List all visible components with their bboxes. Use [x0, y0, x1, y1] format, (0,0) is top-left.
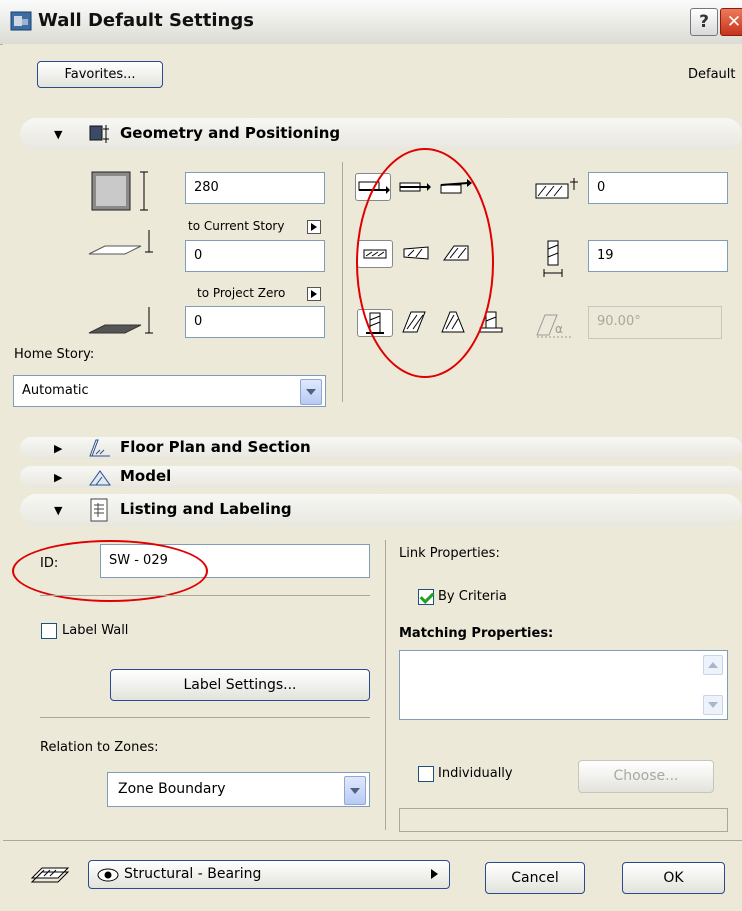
- geometry-divider: [342, 162, 343, 402]
- help-button[interactable]: ?: [690, 8, 718, 36]
- ref-line-offset-field[interactable]: 0: [588, 172, 728, 204]
- ref-line-center-icon[interactable]: [397, 175, 433, 203]
- criteria-status-field: [399, 808, 728, 832]
- current-story-arrow-button[interactable]: [307, 220, 321, 234]
- close-button[interactable]: ✕: [720, 8, 742, 36]
- wall-straight-icon[interactable]: [357, 240, 393, 268]
- link-properties-label: Link Properties:: [399, 546, 500, 561]
- label-wall-label: Label Wall: [62, 623, 129, 638]
- chevron-down-icon[interactable]: [344, 776, 366, 805]
- scroll-up-button[interactable]: [703, 655, 723, 675]
- profile-complex-icon[interactable]: [474, 309, 510, 337]
- relation-to-zones-select[interactable]: Zone Boundary: [107, 772, 370, 807]
- section-floorplan[interactable]: ▶ Floor Plan and Section: [20, 437, 742, 459]
- wall-height-icon: [90, 170, 150, 214]
- section-geometry[interactable]: ▼ Geometry and Positioning: [20, 118, 742, 150]
- floor-plan-icon: [88, 438, 110, 460]
- label-settings-button[interactable]: Label Settings...: [110, 669, 370, 701]
- profile-straight-icon[interactable]: [357, 309, 393, 337]
- section-title-model: Model: [120, 467, 172, 485]
- relation-to-zones-label: Relation to Zones:: [40, 740, 159, 755]
- base-offset-field[interactable]: 0: [185, 240, 325, 272]
- ref-line-outside-icon[interactable]: [355, 173, 391, 201]
- project-offset-icon: [85, 305, 155, 341]
- cancel-button[interactable]: Cancel: [485, 862, 585, 894]
- matching-properties-list[interactable]: [399, 650, 728, 720]
- wall-height-field[interactable]: 280: [185, 172, 325, 204]
- ref-line-offset-icon: [530, 176, 580, 206]
- individually-checkbox[interactable]: [418, 766, 434, 782]
- layer-icon: [30, 862, 70, 884]
- section-listing[interactable]: ▼ Listing and Labeling: [20, 494, 742, 526]
- home-story-select[interactable]: Automatic: [13, 375, 326, 407]
- section-title-listing: Listing and Labeling: [120, 500, 292, 518]
- profile-double-slanted-icon[interactable]: [436, 309, 472, 337]
- listing-divider-2: [40, 717, 370, 718]
- relation-to-zones-value: Zone Boundary: [118, 781, 226, 797]
- profile-slanted-icon[interactable]: [397, 309, 433, 337]
- layer-select-value: Structural - Bearing: [124, 866, 262, 882]
- home-story-label: Home Story:: [14, 347, 95, 362]
- by-criteria-checkbox[interactable]: [418, 589, 434, 605]
- expand-triangle-icon: ▶: [54, 442, 63, 455]
- ok-button[interactable]: OK: [622, 862, 725, 894]
- project-offset-field[interactable]: 0: [185, 306, 325, 338]
- listing-divider-vertical: [385, 540, 386, 830]
- svg-text:α: α: [555, 322, 563, 336]
- to-current-story-label: to Current Story: [188, 219, 285, 233]
- eye-icon: [97, 867, 119, 883]
- by-criteria-label: By Criteria: [438, 589, 507, 604]
- title-bar[interactable]: Wall Default Settings ? ✕: [0, 0, 742, 45]
- individually-label: Individually: [438, 766, 513, 781]
- footer-divider: [3, 840, 742, 841]
- label-wall-checkbox[interactable]: [41, 623, 57, 639]
- collapse-triangle-icon: ▼: [54, 128, 63, 141]
- geometry-icon: [88, 123, 110, 145]
- section-title-geometry: Geometry and Positioning: [120, 124, 341, 142]
- matching-properties-label: Matching Properties:: [399, 626, 554, 641]
- scroll-down-button[interactable]: [703, 695, 723, 715]
- layer-select-button[interactable]: Structural - Bearing: [88, 860, 450, 889]
- wall-thickness-icon: [532, 237, 582, 277]
- id-field[interactable]: SW - 029: [100, 544, 370, 578]
- project-zero-arrow-button[interactable]: [307, 287, 321, 301]
- section-model[interactable]: ▶ Model: [20, 466, 742, 488]
- default-label: Default: [688, 67, 736, 82]
- chevron-right-icon: [431, 869, 438, 879]
- to-project-zero-label: to Project Zero: [197, 286, 286, 300]
- section-title-floorplan: Floor Plan and Section: [120, 438, 311, 456]
- wall-polygon-icon[interactable]: [440, 240, 476, 268]
- window-title: Wall Default Settings: [38, 10, 254, 31]
- model-icon: [88, 467, 111, 489]
- wall-angle-field: 90.00°: [588, 306, 722, 339]
- id-label: ID:: [40, 556, 59, 571]
- chevron-down-icon[interactable]: [300, 379, 322, 405]
- expand-triangle-icon: ▶: [54, 471, 63, 484]
- wall-tool-icon: [10, 10, 32, 32]
- wall-thickness-field[interactable]: 19: [588, 240, 728, 272]
- collapse-triangle-icon: ▼: [54, 504, 63, 517]
- wall-trapezoid-icon[interactable]: [400, 240, 436, 268]
- listing-icon: [88, 497, 110, 522]
- favorites-button[interactable]: Favorites...: [37, 61, 163, 88]
- ref-line-inside-icon[interactable]: [438, 175, 474, 203]
- choose-button: Choose...: [578, 760, 714, 793]
- listing-divider-1: [40, 595, 370, 596]
- wall-default-settings-dialog: Wall Default Settings ? ✕ Favorites... D…: [0, 0, 742, 911]
- base-offset-icon: [85, 226, 155, 262]
- wall-angle-icon: α: [533, 311, 583, 341]
- home-story-value: Automatic: [22, 383, 89, 398]
